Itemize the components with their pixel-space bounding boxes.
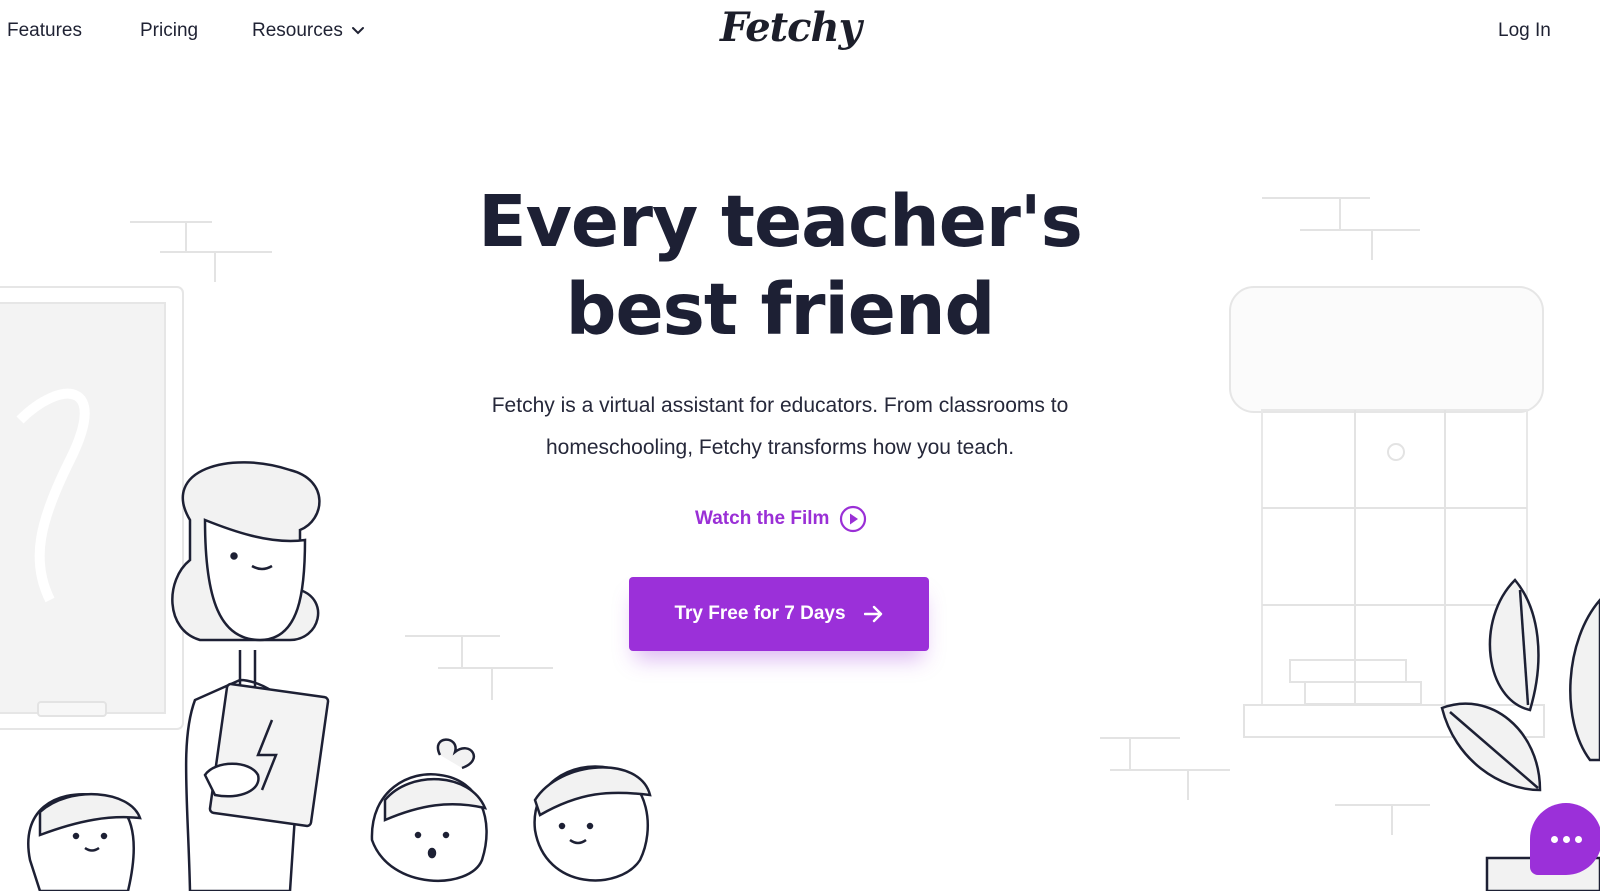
fetchy-logo[interactable]: Fetchy [720, 4, 862, 51]
nav-resources-dropdown[interactable]: Resources [252, 20, 365, 42]
watch-film-label: Watch the Film [695, 508, 830, 529]
hero-subtitle-line1: Fetchy is a virtual assistant for educat… [491, 394, 1069, 417]
nav-pricing-link[interactable]: Pricing [140, 20, 198, 42]
nav-resources-label: Resources [252, 20, 343, 41]
hero-title-line1: Every teacher's [478, 180, 1083, 263]
watch-film-link[interactable]: Watch the Film [695, 505, 867, 533]
nav-features-link[interactable]: Features [7, 20, 82, 42]
chat-dot [1550, 835, 1558, 843]
chevron-down-icon [351, 27, 364, 35]
hero-title-line2: best friend [565, 268, 996, 351]
hero-subtitle: Fetchy is a virtual assistant for educat… [450, 385, 1110, 469]
chat-bubble-icon[interactable] [1530, 803, 1600, 875]
try-free-button[interactable]: Try Free for 7 Days [629, 577, 929, 651]
try-free-label: Try Free for 7 Days [674, 603, 846, 624]
arrow-right-icon [863, 605, 882, 623]
login-link[interactable]: Log In [1498, 20, 1551, 42]
hero-title: Every teacher's best friend [0, 178, 1560, 354]
chat-dot [1562, 835, 1570, 843]
hero-subtitle-line2: homeschooling, Fetchy transforms how you… [545, 436, 1015, 459]
chat-dot [1574, 835, 1582, 843]
play-circle-icon [840, 505, 867, 533]
